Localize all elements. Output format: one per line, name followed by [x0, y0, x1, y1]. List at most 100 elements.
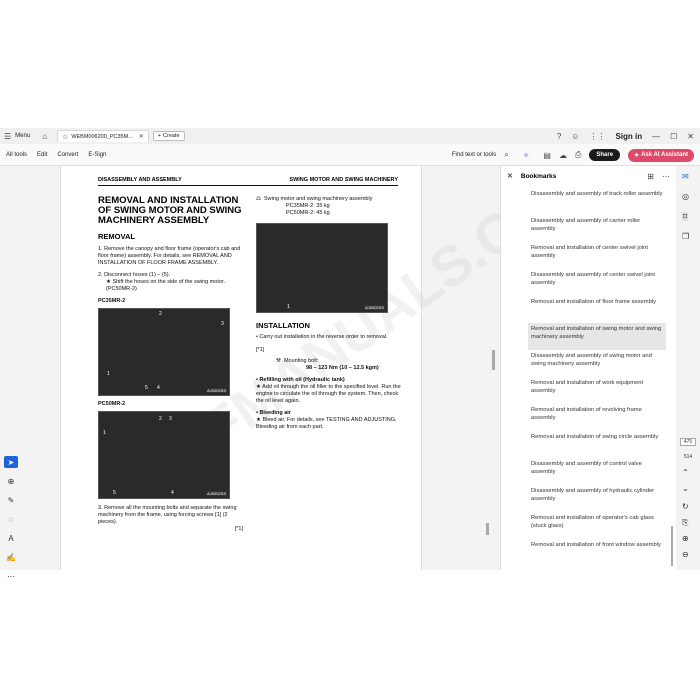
- close-tab-icon[interactable]: ✕: [139, 133, 144, 140]
- save-icon[interactable]: ▤: [543, 151, 551, 160]
- close-panel-icon[interactable]: ✕: [507, 172, 513, 180]
- page-header: DISASSEMBLY AND ASSEMBLY SWING MOTOR AND…: [98, 177, 398, 186]
- callout-4: 4: [157, 385, 160, 391]
- search-icon[interactable]: ⌕: [504, 150, 508, 160]
- removal-heading: REMOVAL: [98, 232, 135, 241]
- bookmark-item[interactable]: Disassembly and assembly of track roller…: [528, 188, 666, 215]
- callout-1c: 1: [287, 304, 290, 310]
- bookmark-item[interactable]: Disassembly and assembly of swing motor …: [528, 350, 666, 377]
- header-left: DISASSEMBLY AND ASSEMBLY: [98, 177, 182, 183]
- bleed-text: ★ Bleed air. For details, see TESTING AN…: [256, 417, 397, 430]
- bookmark-item[interactable]: Removal and installation of work equipme…: [528, 377, 666, 404]
- more-tools-icon[interactable]: ⋯: [4, 570, 18, 582]
- weight-text: Swing motor and swing machinery assembly: [263, 196, 373, 202]
- find-text-button[interactable]: Find text or tools: [452, 152, 496, 158]
- create-label: Create: [163, 133, 180, 139]
- bolt-label-text: Mounting bolt:: [283, 358, 319, 364]
- bookmark-item[interactable]: Removal and installation of swing motor …: [528, 323, 666, 350]
- bookmark-item[interactable]: Disassembly and assembly of control valv…: [528, 458, 666, 485]
- toolbar-edit[interactable]: Edit: [37, 152, 47, 158]
- bookmark-item[interactable]: Disassembly and assembly of hydraulic cy…: [528, 485, 666, 512]
- page-title: REMOVAL AND INSTALLATION OF SWING MOTOR …: [98, 195, 242, 226]
- thumbnails-icon[interactable]: ◎: [682, 192, 689, 201]
- chevron-up-icon[interactable]: ⌃: [682, 468, 689, 477]
- sign-in-button[interactable]: Sign in: [615, 132, 642, 141]
- bookmark-item[interactable]: Removal and installation of front window…: [528, 539, 666, 566]
- model-pc35: PC35MR-2: [98, 298, 126, 304]
- ai-tools-icon[interactable]: ✧: [523, 151, 530, 160]
- installation-heading: INSTALLATION: [256, 321, 310, 330]
- fit-page-icon[interactable]: ⎘: [682, 518, 688, 528]
- select-cursor-icon[interactable]: ➤: [4, 456, 18, 468]
- bookmarks-title: Bookmarks: [520, 172, 557, 180]
- title-bar: ☰ Menu ⌂ ☆ WEBM006200_PC35M... ✕ + Creat…: [0, 128, 700, 144]
- star-icon[interactable]: ☆: [62, 133, 68, 141]
- comment-icon[interactable]: ✉: [682, 172, 689, 181]
- bookmark-item[interactable]: Removal and installation of swing circle…: [528, 431, 666, 458]
- callout-3: 3: [221, 321, 224, 327]
- bookmark-panel-icon[interactable]: ⌑: [682, 212, 689, 221]
- menu-label[interactable]: Menu: [15, 133, 30, 139]
- pages-icon[interactable]: ❐: [682, 232, 689, 241]
- page-number-input[interactable]: 475: [680, 438, 696, 446]
- apps-icon[interactable]: ⋮⋮: [589, 132, 605, 141]
- stamp-icon[interactable]: ✍: [4, 551, 18, 563]
- more-options-icon[interactable]: ⋯: [662, 172, 670, 181]
- maximize-icon[interactable]: ☐: [670, 132, 677, 141]
- weight-label: ⚖ Swing motor and swing machinery assemb…: [256, 196, 401, 203]
- hamburger-icon[interactable]: ☰: [4, 132, 11, 141]
- ai-sparkle-icon: ✦: [634, 152, 640, 159]
- callout-5: 5: [145, 385, 148, 391]
- minimize-icon[interactable]: —: [652, 132, 660, 141]
- page-scrollbar[interactable]: [492, 350, 495, 370]
- bookmark-item[interactable]: Disassembly and assembly of carrier roll…: [528, 215, 666, 242]
- add-bookmark-icon[interactable]: ⊞: [647, 172, 654, 181]
- bookmarks-scrollbar[interactable]: [671, 526, 673, 566]
- print-icon[interactable]: ⎙: [575, 150, 581, 160]
- lasso-icon[interactable]: ◌: [4, 513, 18, 525]
- ask-ai-label: Ask AI Assistant: [641, 152, 688, 158]
- help-icon[interactable]: ?: [557, 132, 561, 141]
- create-button[interactable]: + Create: [152, 131, 185, 141]
- close-window-icon[interactable]: ✕: [687, 132, 694, 141]
- text-box-icon[interactable]: A: [4, 532, 18, 544]
- left-column: REMOVAL AND INSTALLATION OF SWING MOTOR …: [98, 196, 243, 533]
- weight-pc35: PC35MR-2: 35 kg: [286, 203, 330, 209]
- toolbar-convert[interactable]: Convert: [57, 152, 78, 158]
- document-page: PDFMANUALS.CO DISASSEMBLY AND ASSEMBLY S…: [60, 166, 566, 570]
- ask-ai-button[interactable]: ✦ Ask AI Assistant: [628, 148, 694, 162]
- bookmark-item[interactable]: Disassembly and assembly of center swive…: [528, 269, 666, 296]
- page-scrollbar-lower[interactable]: [486, 523, 489, 535]
- figure-code-3: AJ0002SS: [364, 305, 385, 310]
- install-text: • Carry out installation in the reverse …: [256, 334, 388, 340]
- step-3: 3. Remove all the mounting bolts and sep…: [98, 505, 237, 525]
- notifications-icon[interactable]: ☺: [571, 132, 579, 141]
- figure-swing-motor: 1 AJ0002SS: [256, 223, 388, 313]
- weight-icon: ⚖: [256, 196, 261, 202]
- right-rail: ✉ ◎ ⌑ ❐ 475 514 ⌃ ⌄ ↻ ⎘ ⊕ ⊖: [676, 166, 700, 570]
- refill-text: ★ Add oil through the oil filler to the …: [256, 384, 401, 404]
- zoom-out-icon[interactable]: ⊖: [682, 550, 689, 559]
- callout-2: 2: [159, 311, 162, 317]
- toolbar-esign[interactable]: E-Sign: [88, 152, 106, 158]
- bookmark-item[interactable]: Removal and installation of center swive…: [528, 242, 666, 269]
- pen-icon[interactable]: ✎: [4, 494, 18, 506]
- upload-cloud-icon[interactable]: ☁: [559, 151, 567, 160]
- bookmark-item[interactable]: Removal and installation of floor frame …: [528, 296, 666, 323]
- share-button[interactable]: Share: [589, 149, 621, 161]
- step-2-note: ★ Shift the hoses on the side of the swi…: [106, 279, 225, 292]
- bookmark-item[interactable]: Removal and installation of revolving fr…: [528, 404, 666, 431]
- bookmark-item[interactable]: Removal and installation of operator's c…: [528, 512, 666, 539]
- refill-heading: • Refilling with oil (Hydraulic tank): [256, 377, 345, 383]
- chevron-down-icon[interactable]: ⌄: [682, 484, 689, 493]
- document-tab[interactable]: ☆ WEBM006200_PC35M... ✕: [57, 130, 149, 142]
- page-total: 514: [683, 454, 693, 460]
- figure-code-2: AJ0002SS: [206, 491, 227, 496]
- main-toolbar: All tools Edit Convert E-Sign Find text …: [0, 144, 700, 166]
- install-ref: [*1]: [256, 347, 265, 353]
- toolbar-all-tools[interactable]: All tools: [6, 152, 27, 158]
- zoom-comment-icon[interactable]: ⊕: [4, 475, 18, 487]
- zoom-in-icon[interactable]: ⊕: [682, 534, 689, 543]
- home-icon[interactable]: ⌂: [42, 132, 47, 141]
- refresh-icon[interactable]: ↻: [682, 502, 689, 511]
